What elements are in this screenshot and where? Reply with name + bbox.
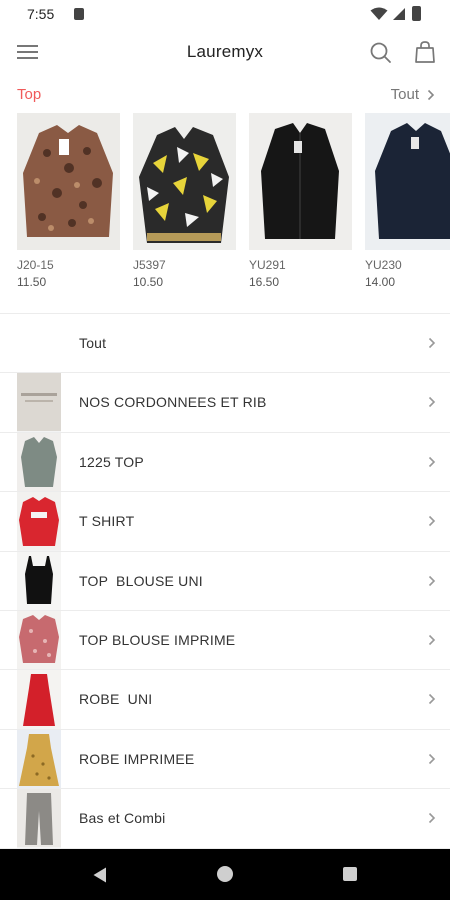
category-label: 1225 TOP <box>79 453 144 470</box>
category-label: Bas et Combi <box>79 810 166 827</box>
home-icon[interactable] <box>217 866 233 882</box>
category-image <box>17 610 61 670</box>
chevron-right-icon <box>428 337 436 349</box>
chevron-right-icon <box>428 575 436 586</box>
product-card[interactable]: YU230 14.00 <box>365 113 450 289</box>
category-list: Tout NOS CORDONNEES ET RIB 1225 TOP T SH… <box>0 314 450 849</box>
product-price: 10.50 <box>133 275 164 289</box>
wifi-icon <box>370 7 388 20</box>
product-price: 16.50 <box>249 275 280 289</box>
category-image <box>17 789 61 848</box>
category-item-robe-imprimee[interactable]: ROBE IMPRIMEE <box>0 729 450 790</box>
category-label: TOP BLOUSE UNI <box>79 572 203 589</box>
product-card[interactable]: J5397 10.50 <box>133 113 236 289</box>
sim-card-icon <box>74 8 84 20</box>
category-item-1225-top[interactable]: 1225 TOP <box>0 432 450 493</box>
chevron-right-icon <box>428 456 436 467</box>
featured-products: J20-15 11.50 J5397 10.50 YU291 16.50 YU2… <box>0 113 450 303</box>
category-image <box>17 373 61 432</box>
product-image-floral-shirt <box>17 113 120 250</box>
category-image <box>17 492 61 551</box>
category-label: T SHIRT <box>79 513 135 530</box>
category-image <box>17 432 61 492</box>
category-label: NOS CORDONNEES ET RIB <box>79 394 267 411</box>
battery-icon <box>412 6 421 21</box>
see-all-link[interactable]: Tout <box>391 86 435 103</box>
product-image-navy-tunic <box>365 113 450 250</box>
shopping-bag-icon[interactable] <box>412 39 438 65</box>
category-item-top-blouse-imprime[interactable]: TOP BLOUSE IMPRIME <box>0 610 450 671</box>
recent-apps-icon[interactable] <box>343 867 357 881</box>
category-item-cordonnees[interactable]: NOS CORDONNEES ET RIB <box>0 373 450 433</box>
product-code: J5397 <box>133 258 166 272</box>
product-image-geometric-blouse <box>133 113 236 250</box>
chevron-right-icon <box>428 813 436 824</box>
chevron-right-icon <box>428 753 436 764</box>
product-card[interactable]: YU291 16.50 <box>249 113 352 289</box>
category-item-t-shirt[interactable]: T SHIRT <box>0 492 450 552</box>
chevron-right-icon <box>427 89 435 100</box>
product-code: YU291 <box>249 258 286 272</box>
category-item-robe-uni[interactable]: ROBE UNI <box>0 670 450 730</box>
product-code: YU230 <box>365 258 402 272</box>
product-price: 14.00 <box>365 275 396 289</box>
featured-header: Top Tout <box>0 80 450 110</box>
see-all-label: Tout <box>390 86 419 103</box>
app-bar: Lauremyx <box>0 28 450 76</box>
category-label: TOP BLOUSE IMPRIME <box>79 631 236 648</box>
status-bar: 7:55 <box>0 0 450 28</box>
cell-signal-icon <box>393 8 405 20</box>
category-item-tout[interactable]: Tout <box>0 314 450 374</box>
product-price: 11.50 <box>17 275 47 289</box>
back-icon[interactable] <box>92 866 108 884</box>
category-image <box>17 551 61 610</box>
category-item-bas-et-combi[interactable]: Bas et Combi <box>0 789 450 849</box>
product-code: J20-15 <box>17 258 54 272</box>
chevron-right-icon <box>428 397 436 408</box>
category-label: ROBE UNI <box>79 691 153 708</box>
chevron-right-icon <box>428 634 436 646</box>
chevron-right-icon <box>428 694 436 705</box>
product-image-black-cardigan <box>249 113 352 250</box>
search-icon[interactable] <box>368 40 394 66</box>
category-label: ROBE IMPRIMEE <box>79 750 195 767</box>
featured-title: Top <box>17 86 42 103</box>
category-item-top-blouse-uni[interactable]: TOP BLOUSE UNI <box>0 551 450 611</box>
category-image <box>17 670 61 729</box>
chevron-right-icon <box>428 516 436 527</box>
system-nav-bar <box>0 849 450 900</box>
status-time: 7:55 <box>27 6 55 22</box>
category-image <box>17 729 61 789</box>
category-label: Tout <box>79 335 107 351</box>
product-card[interactable]: J20-15 11.50 <box>17 113 120 289</box>
